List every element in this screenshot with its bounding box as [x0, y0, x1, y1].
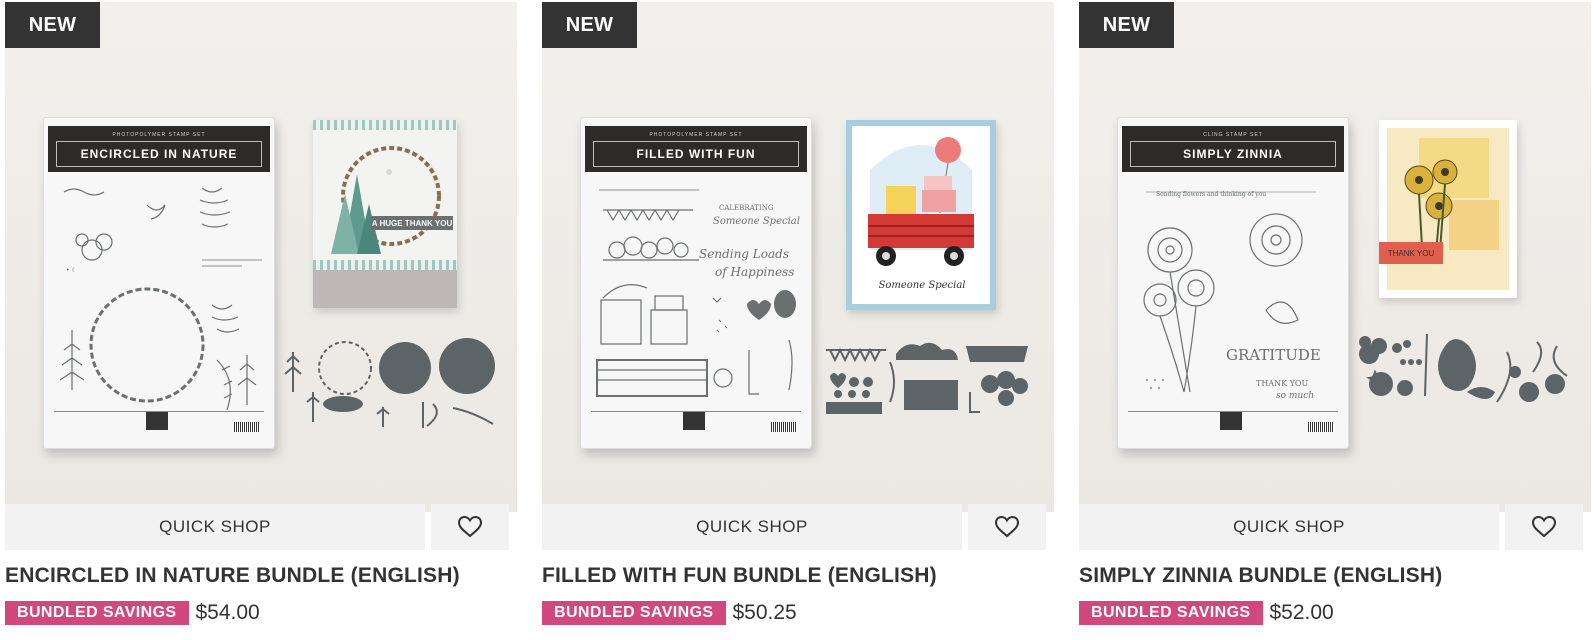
new-badge: NEW: [1079, 2, 1174, 48]
product-title[interactable]: SIMPLY ZINNIA BUNDLE (ENGLISH): [1079, 564, 1442, 588]
product-image[interactable]: NEW PHOTOPOLYMER STAMP SET FILLED WITH F…: [542, 2, 1054, 512]
svg-text:Someone Special: Someone Special: [713, 216, 800, 227]
heart-outline-icon: [457, 515, 483, 538]
svg-text:CALEBRATING: CALEBRATING: [719, 204, 774, 212]
svg-text:Sending Loads: Sending Loads: [699, 247, 789, 261]
product-price: $50.25: [732, 601, 797, 624]
wishlist-button[interactable]: [1505, 504, 1583, 550]
brand-logo: [1220, 412, 1242, 430]
new-badge: NEW: [5, 2, 100, 48]
sample-card-text: THANK YOU: [1379, 242, 1443, 264]
stamp-sheet-illustration: • ☾: [59, 187, 262, 411]
product-grid: NEW PHOTOPOLYMER STAMP SET ENCIRCLED IN …: [0, 0, 1596, 640]
brand-logo: [146, 412, 168, 430]
svg-text:so much: so much: [1276, 391, 1314, 401]
package-title: FILLED WITH FUN: [593, 141, 799, 167]
stamp-sheet-illustration: GRATITUDE THANK YOU so much Sending flow…: [1143, 191, 1321, 401]
product-card: NEW PHOTOPOLYMER STAMP SET FILLED WITH F…: [542, 2, 1054, 638]
quick-shop-button[interactable]: QUICK SHOP: [1079, 504, 1499, 550]
product-image[interactable]: NEW PHOTOPOLYMER STAMP SET ENCIRCLED IN …: [5, 2, 517, 512]
bundled-savings-badge: BUNDLED SAVINGS: [1079, 601, 1263, 625]
stamp-set-package: PHOTOPOLYMER STAMP SET FILLED WITH FUN C…: [580, 117, 812, 449]
package-title: SIMPLY ZINNIA: [1130, 141, 1336, 167]
price-row: BUNDLED SAVINGS $50.25: [542, 600, 797, 626]
product-image[interactable]: NEW CLING STAMP SET SIMPLY ZINNIA GRATIT…: [1079, 2, 1591, 512]
heart-outline-icon: [994, 515, 1020, 538]
package-subtitle: PHOTOPOLYMER STAMP SET: [649, 132, 743, 138]
barcode: [771, 422, 797, 432]
brand-logo: [683, 412, 705, 430]
sample-card-text: A HUGE THANK YOU: [371, 216, 453, 230]
stamp-set-package: CLING STAMP SET SIMPLY ZINNIA GRATITUDE …: [1117, 117, 1349, 449]
heart-outline-icon: [1531, 515, 1557, 538]
stamp-set-package: PHOTOPOLYMER STAMP SET ENCIRCLED IN NATU…: [43, 117, 275, 449]
wishlist-button[interactable]: [431, 504, 509, 550]
die-set-illustration: [284, 338, 495, 428]
quick-shop-button[interactable]: QUICK SHOP: [5, 504, 425, 550]
die-set-illustration: [826, 342, 1028, 414]
package-subtitle: PHOTOPOLYMER STAMP SET: [112, 132, 206, 138]
bundled-savings-badge: BUNDLED SAVINGS: [542, 601, 726, 625]
svg-text:THANK YOU: THANK YOU: [1256, 379, 1308, 388]
svg-text:GRATITUDE: GRATITUDE: [1226, 346, 1321, 364]
product-title[interactable]: FILLED WITH FUN BUNDLE (ENGLISH): [542, 564, 937, 588]
product-card: NEW PHOTOPOLYMER STAMP SET ENCIRCLED IN …: [5, 2, 517, 638]
product-price: $54.00: [195, 601, 260, 624]
sample-card: THANK YOU: [1379, 120, 1517, 298]
bundled-savings-badge: BUNDLED SAVINGS: [5, 601, 189, 625]
svg-text:• ☾: • ☾: [66, 267, 77, 274]
card-actions: QUICK SHOP: [542, 504, 1054, 550]
quick-shop-button[interactable]: QUICK SHOP: [542, 504, 962, 550]
sample-card: A HUGE THANK YOU: [313, 120, 457, 308]
new-badge: NEW: [542, 2, 637, 48]
sample-card-text: Someone Special: [878, 280, 966, 291]
svg-text:of Happiness: of Happiness: [715, 265, 794, 279]
wishlist-button[interactable]: [968, 504, 1046, 550]
sample-card: Someone Special: [846, 120, 996, 310]
barcode: [1308, 422, 1334, 432]
card-actions: QUICK SHOP: [1079, 504, 1591, 550]
package-subtitle: CLING STAMP SET: [1203, 132, 1263, 138]
price-row: BUNDLED SAVINGS $52.00: [1079, 600, 1334, 626]
product-title[interactable]: ENCIRCLED IN NATURE BUNDLE (ENGLISH): [5, 564, 460, 588]
product-card: NEW CLING STAMP SET SIMPLY ZINNIA GRATIT…: [1079, 2, 1591, 638]
package-title: ENCIRCLED IN NATURE: [56, 141, 262, 167]
product-price: $52.00: [1269, 601, 1334, 624]
svg-text:Sending flowers and thinking o: Sending flowers and thinking of you: [1156, 191, 1266, 198]
barcode: [234, 422, 260, 432]
price-row: BUNDLED SAVINGS $54.00: [5, 600, 260, 626]
card-actions: QUICK SHOP: [5, 504, 517, 550]
die-set-illustration: [1359, 333, 1568, 403]
stamp-sheet-illustration: CALEBRATING Someone Special Sending Load…: [596, 189, 800, 397]
